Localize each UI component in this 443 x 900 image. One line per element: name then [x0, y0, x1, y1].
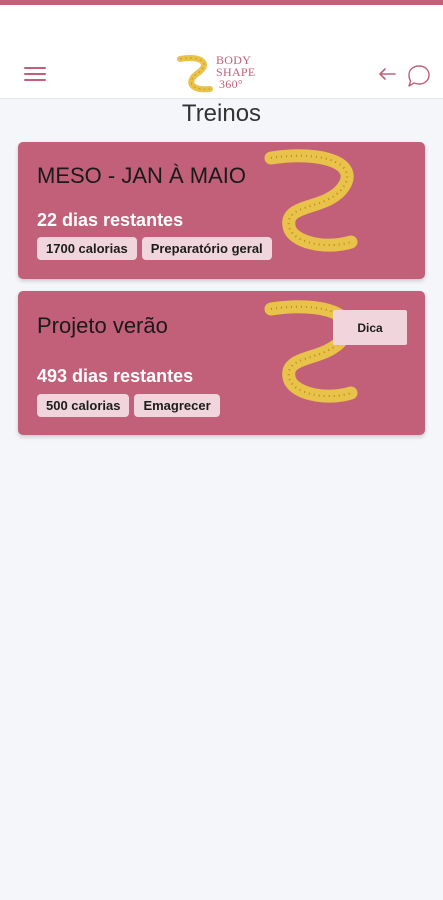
measuring-tape-logo-icon [177, 55, 213, 93]
measuring-tape-icon [264, 149, 358, 252]
arrow-left-icon [379, 68, 396, 80]
logo-line-3: 360° [219, 77, 243, 91]
app-header: BODY SHAPE 360° [0, 5, 443, 99]
workout-tags: 1700 calorias Preparatório geral [37, 237, 272, 260]
tag-goal: Emagrecer [134, 394, 220, 417]
tag-calories: 500 calorias [37, 394, 130, 417]
menu-button[interactable] [24, 67, 48, 83]
tip-button[interactable]: Dica [333, 310, 407, 345]
chat-button[interactable] [406, 63, 432, 89]
days-remaining: 493 dias restantes [37, 366, 194, 386]
workout-tags: 500 calorias Emagrecer [37, 394, 220, 417]
workout-title: MESO - JAN À MAIO [37, 163, 247, 188]
logo-wordmark: BODY SHAPE 360° [216, 54, 256, 90]
tag-goal: Preparatório geral [141, 237, 272, 260]
days-remaining: 22 dias restantes [37, 210, 184, 230]
workout-title: Projeto verão [37, 313, 168, 338]
menu-bar-3 [24, 79, 46, 81]
brand-logo: BODY SHAPE 360° [176, 51, 272, 99]
menu-bar-1 [24, 67, 46, 69]
chat-bubble-icon [408, 65, 430, 87]
workout-card-2[interactable]: Projeto verão Dica 493 dias restantes 50… [18, 291, 425, 435]
menu-bar-2 [24, 73, 46, 75]
workout-card-1[interactable]: MESO - JAN À MAIO 22 dias restantes 1700… [18, 142, 425, 279]
back-button[interactable] [378, 67, 398, 83]
tag-calories: 1700 calorias [37, 237, 137, 260]
page-title: Treinos [181, 100, 262, 127]
